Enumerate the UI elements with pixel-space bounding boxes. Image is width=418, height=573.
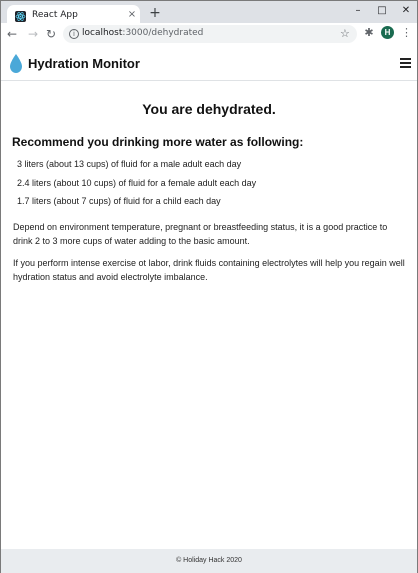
exercise-advice-paragraph: If you perform intense exercise ot labor… xyxy=(13,258,405,282)
url-host: localhost xyxy=(82,28,123,38)
recommendation-heading: Recommend you drinking more water as fol… xyxy=(12,135,304,149)
react-favicon-icon xyxy=(15,11,26,22)
url-path: :3000/dehydrated xyxy=(122,28,204,38)
reload-icon[interactable]: ↻ xyxy=(44,27,58,41)
tab-close-icon[interactable]: × xyxy=(126,9,138,21)
url-text[interactable]: localhost:3000/dehydrated xyxy=(82,28,203,38)
app-navbar: Hydration Monitor xyxy=(1,47,417,81)
hamburger-menu-icon[interactable] xyxy=(400,58,411,68)
back-arrow-icon[interactable]: ← xyxy=(5,27,19,41)
window-close-button[interactable]: ✕ xyxy=(395,3,417,19)
page-title: You are dehydrated. xyxy=(142,101,276,117)
forward-arrow-icon[interactable]: → xyxy=(26,27,40,41)
water-drop-icon xyxy=(10,54,22,73)
recommendation-list: 3 liters (about 13 cups) of fluid for a … xyxy=(17,157,256,213)
window-maximize-button[interactable]: □ xyxy=(371,3,393,19)
bookmark-star-icon[interactable]: ☆ xyxy=(340,27,350,40)
tab-title: React App xyxy=(32,10,78,20)
window-minimize-button[interactable]: – xyxy=(347,3,369,19)
info-icon[interactable]: i xyxy=(69,29,79,39)
environment-advice-paragraph: Depend on environment temperature, pregn… xyxy=(13,222,388,246)
new-tab-button[interactable]: + xyxy=(148,6,162,20)
profile-avatar[interactable]: H xyxy=(381,26,394,39)
footer: © Holiday Hack 2020 xyxy=(1,549,417,573)
browser-toolbar: ← → ↻ i localhost:3000/dehydrated ☆ ✱ H … xyxy=(1,23,417,47)
extensions-puzzle-icon[interactable]: ✱ xyxy=(363,27,375,39)
browser-menu-icon[interactable]: ⋮ xyxy=(401,26,412,40)
list-item: 2.4 liters (about 10 cups) of fluid for … xyxy=(17,177,257,188)
list-item: 3 liters (about 13 cups) of fluid for a … xyxy=(17,159,242,169)
address-bar[interactable]: i localhost:3000/dehydrated ☆ xyxy=(63,25,357,43)
list-item: 1.7 liters (about 7 cups) of fluid for a… xyxy=(17,196,221,206)
main-content: You are dehydrated. Recommend you drinki… xyxy=(1,81,417,549)
brand-title[interactable]: Hydration Monitor xyxy=(28,56,140,71)
